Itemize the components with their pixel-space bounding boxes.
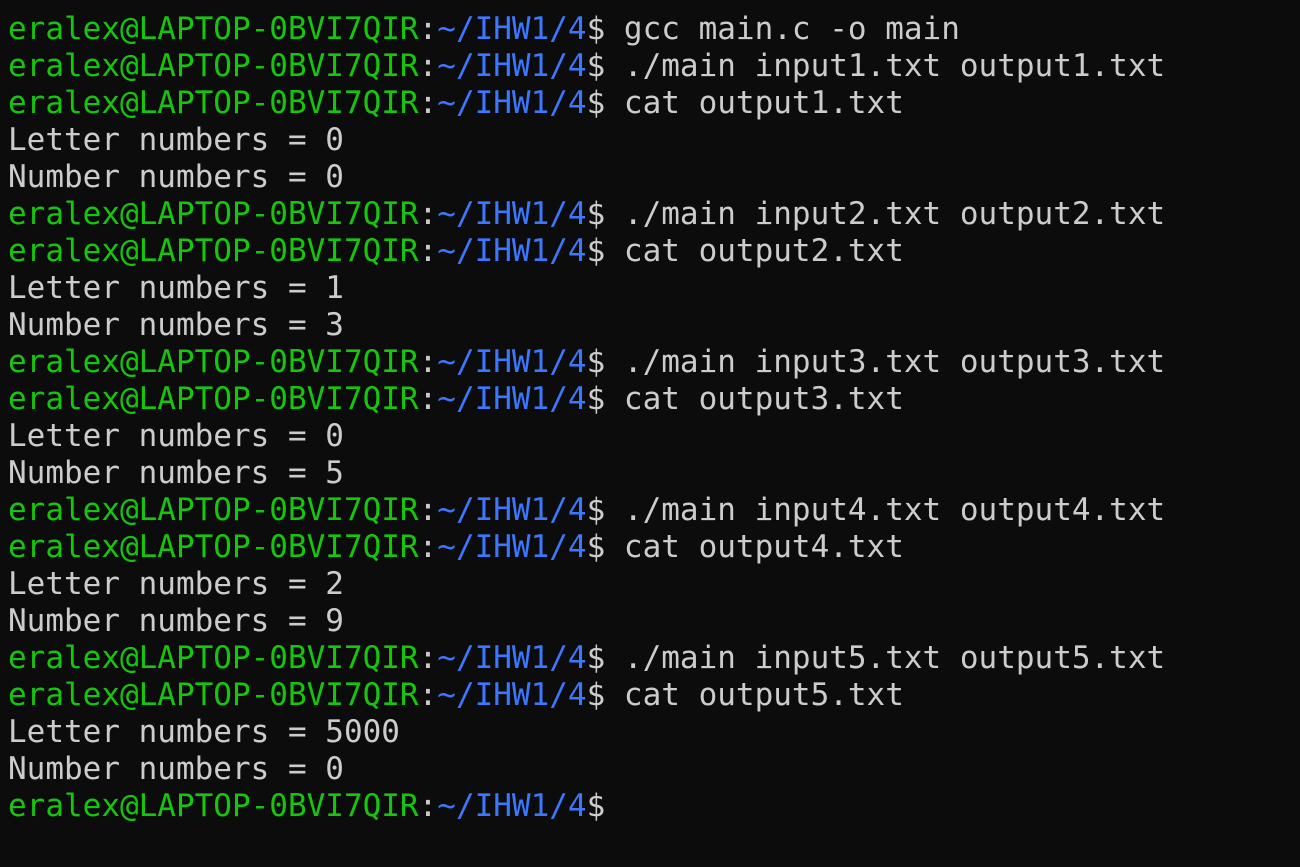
prompt-line: eralex@LAPTOP-0BVI7QIR:~/IHW1/4$ ./main …: [8, 640, 1300, 677]
prompt-user-host: eralex@LAPTOP-0BVI7QIR: [8, 85, 419, 121]
prompt-path: ~/IHW1/4: [437, 492, 587, 528]
output-text: Number numbers = 3: [8, 307, 344, 343]
prompt-symbol: $: [586, 48, 606, 84]
prompt-line: eralex@LAPTOP-0BVI7QIR:~/IHW1/4$ cat out…: [8, 233, 1300, 270]
prompt-line: eralex@LAPTOP-0BVI7QIR:~/IHW1/4$ cat out…: [8, 381, 1300, 418]
prompt-line: eralex@LAPTOP-0BVI7QIR:~/IHW1/4$ cat out…: [8, 85, 1300, 122]
prompt-separator: :: [418, 233, 438, 269]
prompt-user-host: eralex@LAPTOP-0BVI7QIR: [8, 381, 419, 417]
prompt-symbol: $: [586, 233, 606, 269]
prompt-line: eralex@LAPTOP-0BVI7QIR:~/IHW1/4$ ./main …: [8, 196, 1300, 233]
prompt-separator: :: [418, 529, 438, 565]
output-line: Letter numbers = 2: [8, 566, 1300, 603]
prompt-separator: :: [418, 492, 438, 528]
prompt-path: ~/IHW1/4: [437, 233, 587, 269]
prompt-separator: :: [418, 11, 438, 47]
output-text: Letter numbers = 0: [8, 418, 344, 454]
prompt-user-host: eralex@LAPTOP-0BVI7QIR: [8, 48, 419, 84]
command-text: ./main input5.txt output5.txt: [605, 640, 1166, 676]
prompt-user-host: eralex@LAPTOP-0BVI7QIR: [8, 677, 419, 713]
prompt-separator: :: [418, 85, 438, 121]
prompt-separator: :: [418, 677, 438, 713]
prompt-symbol: $: [586, 381, 606, 417]
command-text: gcc main.c -o main: [605, 11, 960, 47]
command-text: cat output1.txt: [605, 85, 904, 121]
prompt-user-host: eralex@LAPTOP-0BVI7QIR: [8, 492, 419, 528]
prompt-symbol: $: [586, 11, 606, 47]
output-text: Letter numbers = 2: [8, 566, 344, 602]
output-text: Number numbers = 5: [8, 455, 344, 491]
command-text: ./main input2.txt output2.txt: [605, 196, 1166, 232]
terminal-output[interactable]: eralex@LAPTOP-0BVI7QIR:~/IHW1/4$ gcc mai…: [8, 11, 1300, 825]
prompt-separator: :: [418, 788, 438, 824]
prompt-line: eralex@LAPTOP-0BVI7QIR:~/IHW1/4$: [8, 788, 1300, 825]
command-text: ./main input4.txt output4.txt: [605, 492, 1166, 528]
prompt-symbol: $: [586, 85, 606, 121]
prompt-line: eralex@LAPTOP-0BVI7QIR:~/IHW1/4$ cat out…: [8, 677, 1300, 714]
command-text: ./main input3.txt output3.txt: [605, 344, 1166, 380]
prompt-symbol: $: [586, 529, 606, 565]
prompt-path: ~/IHW1/4: [437, 529, 587, 565]
prompt-path: ~/IHW1/4: [437, 788, 587, 824]
prompt-line: eralex@LAPTOP-0BVI7QIR:~/IHW1/4$ ./main …: [8, 492, 1300, 529]
prompt-user-host: eralex@LAPTOP-0BVI7QIR: [8, 788, 419, 824]
output-line: Letter numbers = 0: [8, 122, 1300, 159]
prompt-path: ~/IHW1/4: [437, 48, 587, 84]
prompt-separator: :: [418, 48, 438, 84]
output-text: Letter numbers = 1: [8, 270, 344, 306]
prompt-user-host: eralex@LAPTOP-0BVI7QIR: [8, 529, 419, 565]
output-line: Letter numbers = 1: [8, 270, 1300, 307]
output-line: Number numbers = 0: [8, 159, 1300, 196]
output-text: Number numbers = 9: [8, 603, 344, 639]
prompt-user-host: eralex@LAPTOP-0BVI7QIR: [8, 640, 419, 676]
output-line: Letter numbers = 0: [8, 418, 1300, 455]
prompt-path: ~/IHW1/4: [437, 640, 587, 676]
prompt-path: ~/IHW1/4: [437, 381, 587, 417]
command-text: cat output5.txt: [605, 677, 904, 713]
prompt-symbol: $: [586, 640, 606, 676]
command-text: cat output4.txt: [605, 529, 904, 565]
prompt-user-host: eralex@LAPTOP-0BVI7QIR: [8, 196, 419, 232]
terminal-window[interactable]: eralex@LAPTOP-0BVI7QIR:~/IHW1/4$ gcc mai…: [0, 0, 1300, 867]
prompt-separator: :: [418, 196, 438, 232]
command-text: cat output3.txt: [605, 381, 904, 417]
output-line: Number numbers = 9: [8, 603, 1300, 640]
output-text: Number numbers = 0: [8, 751, 344, 787]
prompt-symbol: $: [586, 196, 606, 232]
prompt-separator: :: [418, 640, 438, 676]
prompt-symbol: $: [586, 344, 606, 380]
prompt-line: eralex@LAPTOP-0BVI7QIR:~/IHW1/4$ cat out…: [8, 529, 1300, 566]
prompt-separator: :: [418, 381, 438, 417]
prompt-symbol: $: [586, 788, 606, 824]
prompt-user-host: eralex@LAPTOP-0BVI7QIR: [8, 11, 419, 47]
prompt-path: ~/IHW1/4: [437, 344, 587, 380]
prompt-user-host: eralex@LAPTOP-0BVI7QIR: [8, 233, 419, 269]
prompt-path: ~/IHW1/4: [437, 196, 587, 232]
prompt-line: eralex@LAPTOP-0BVI7QIR:~/IHW1/4$ gcc mai…: [8, 11, 1300, 48]
prompt-path: ~/IHW1/4: [437, 677, 587, 713]
output-line: Letter numbers = 5000: [8, 714, 1300, 751]
output-text: Number numbers = 0: [8, 159, 344, 195]
output-text: Letter numbers = 0: [8, 122, 344, 158]
output-line: Number numbers = 3: [8, 307, 1300, 344]
prompt-path: ~/IHW1/4: [437, 11, 587, 47]
command-text: ./main input1.txt output1.txt: [605, 48, 1166, 84]
prompt-separator: :: [418, 344, 438, 380]
prompt-user-host: eralex@LAPTOP-0BVI7QIR: [8, 344, 419, 380]
prompt-line: eralex@LAPTOP-0BVI7QIR:~/IHW1/4$ ./main …: [8, 344, 1300, 381]
prompt-symbol: $: [586, 677, 606, 713]
output-text: Letter numbers = 5000: [8, 714, 400, 750]
prompt-path: ~/IHW1/4: [437, 85, 587, 121]
output-line: Number numbers = 0: [8, 751, 1300, 788]
prompt-line: eralex@LAPTOP-0BVI7QIR:~/IHW1/4$ ./main …: [8, 48, 1300, 85]
command-text: cat output2.txt: [605, 233, 904, 269]
output-line: Number numbers = 5: [8, 455, 1300, 492]
prompt-symbol: $: [586, 492, 606, 528]
